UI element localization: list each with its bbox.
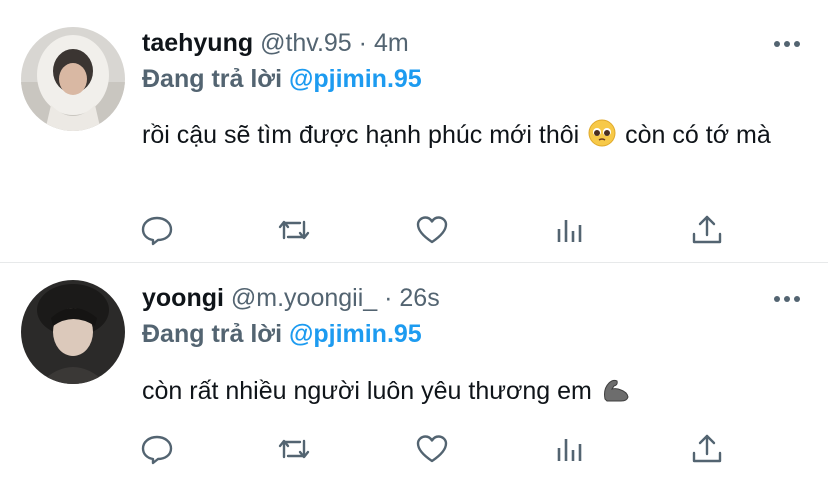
avatar[interactable] <box>21 280 125 384</box>
tweet-text-part: rồi cậu sẽ tìm được hạnh phúc mới thôi <box>142 121 580 149</box>
tweet[interactable]: yoongi @m.yoongii_ · 26s Đang trả lời @p… <box>0 263 828 478</box>
like-icon <box>416 216 448 244</box>
more-dots-icon[interactable] <box>772 34 802 54</box>
user-handle[interactable]: @m.yoongii_ <box>231 284 377 312</box>
reply-button[interactable] <box>139 212 175 248</box>
pleading-face-emoji-icon <box>588 119 616 147</box>
tweet-text-part: còn có tớ mà <box>625 121 771 149</box>
share-icon <box>692 215 722 244</box>
separator-dot: · <box>384 284 393 312</box>
tweet-header: taehyung @thv.95 · 4m <box>142 28 409 58</box>
like-icon <box>416 435 448 463</box>
reply-icon <box>141 216 173 246</box>
analytics-button[interactable] <box>552 431 588 467</box>
analytics-icon <box>557 220 582 242</box>
replying-to-label: Đang trả lời <box>142 65 283 93</box>
timestamp[interactable]: 26s <box>399 284 439 312</box>
retweet-icon <box>278 439 310 459</box>
retweet-icon <box>278 220 310 240</box>
separator-dot: · <box>358 29 367 57</box>
reply-icon <box>141 435 173 465</box>
reply-mention-link[interactable]: @pjimin.95 <box>289 65 422 93</box>
tweet[interactable]: taehyung @thv.95 · 4m Đang trả lời @pjim… <box>0 0 828 262</box>
timestamp[interactable]: 4m <box>374 29 409 57</box>
reply-button[interactable] <box>139 431 175 467</box>
reply-mention-link[interactable]: @pjimin.95 <box>289 320 422 348</box>
replying-to: Đang trả lời @pjimin.95 <box>142 319 422 349</box>
display-name[interactable]: yoongi <box>142 284 224 312</box>
flexed-biceps-emoji-icon <box>603 379 629 402</box>
like-button[interactable] <box>414 431 450 467</box>
replying-to: Đang trả lời @pjimin.95 <box>142 64 422 94</box>
analytics-button[interactable] <box>552 212 588 248</box>
retweet-button[interactable] <box>276 431 312 467</box>
tweet-header: yoongi @m.yoongii_ · 26s <box>142 283 440 313</box>
replying-to-label: Đang trả lời <box>142 320 283 348</box>
share-button[interactable] <box>689 431 725 467</box>
retweet-button[interactable] <box>276 212 312 248</box>
more-dots-icon[interactable] <box>772 289 802 309</box>
tweet-text-part: còn rất nhiều người luôn yêu thương em <box>142 377 592 405</box>
share-icon <box>692 434 722 463</box>
avatar[interactable] <box>21 27 125 131</box>
user-handle[interactable]: @thv.95 <box>260 29 352 57</box>
like-button[interactable] <box>414 212 450 248</box>
analytics-icon <box>557 439 582 461</box>
share-button[interactable] <box>689 212 725 248</box>
display-name[interactable]: taehyung <box>142 29 253 57</box>
tweet-text: rồi cậu sẽ tìm được hạnh phúc mới thôi c… <box>142 114 782 156</box>
tweet-text: còn rất nhiều người luôn yêu thương em <box>142 370 782 412</box>
